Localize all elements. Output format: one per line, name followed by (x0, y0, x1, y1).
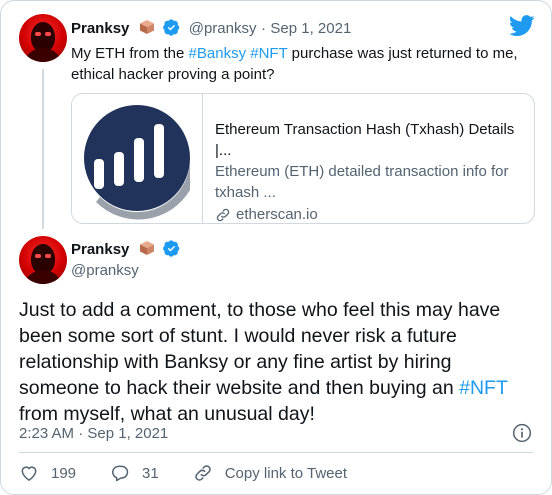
copy-link-button[interactable]: Copy link to Tweet (193, 463, 347, 483)
hashtag-link[interactable]: #NFT (459, 377, 508, 399)
verified-badge-icon (163, 19, 180, 36)
package-box-icon (139, 20, 154, 34)
author-name[interactable]: Pranksy (71, 20, 129, 37)
divider (19, 452, 533, 453)
link-description: txhash ... (215, 184, 276, 201)
thread-line (42, 69, 44, 229)
hashtag-link[interactable]: #NFT (250, 45, 287, 62)
link-icon (194, 465, 211, 481)
main-tweet-text: Just to add a comment, to those who feel… (19, 299, 508, 425)
tweet-date[interactable]: Sep 1, 2021 (270, 20, 351, 37)
hashtag-link[interactable]: #Banksy (189, 45, 247, 62)
like-button[interactable]: 199 (19, 463, 76, 483)
tweet-embed-card: Pranksy @pranksy · Sep 1, 2021 My ETH fr… (0, 0, 552, 495)
link-icon (216, 208, 230, 221)
link-domain: etherscan.io (215, 204, 524, 223)
reply-button[interactable]: 31 (110, 463, 159, 483)
verified-badge-icon (163, 240, 180, 257)
tweet-actions: 199 31 Copy link to Tweet (19, 463, 381, 483)
quoted-tweet-text: My ETH from the #Banksy #NFT purchase wa… (71, 45, 518, 83)
heart-icon (21, 466, 37, 481)
separator-dot: · (260, 20, 266, 37)
quoted-tweet-header: Pranksy @pranksy · Sep 1, 2021 (71, 19, 351, 38)
reply-icon (112, 465, 129, 482)
main-tweet-header: Pranksy (71, 240, 180, 259)
author-handle[interactable]: @pranksy (71, 262, 139, 279)
author-handle[interactable]: @pranksy (189, 20, 257, 37)
link-preview-card[interactable]: Ethereum Transaction Hash (Txhash) Detai… (71, 93, 535, 224)
like-count: 199 (51, 464, 77, 482)
link-title: Ethereum Transaction Hash (Txhash) Detai… (215, 121, 515, 159)
avatar[interactable] (19, 236, 67, 284)
info-icon[interactable] (512, 423, 532, 443)
etherscan-logo-image (72, 94, 203, 223)
copy-link-label: Copy link to Tweet (224, 464, 348, 482)
tweet-timestamp[interactable]: 2:23 AM · Sep 1, 2021 (19, 425, 168, 442)
author-name[interactable]: Pranksy (71, 241, 129, 258)
twitter-bird-icon[interactable] (509, 15, 535, 37)
link-description: Ethereum (ETH) detailed transaction info… (215, 163, 509, 180)
avatar[interactable] (19, 14, 67, 62)
package-box-icon (139, 241, 154, 255)
reply-count: 31 (142, 464, 159, 482)
